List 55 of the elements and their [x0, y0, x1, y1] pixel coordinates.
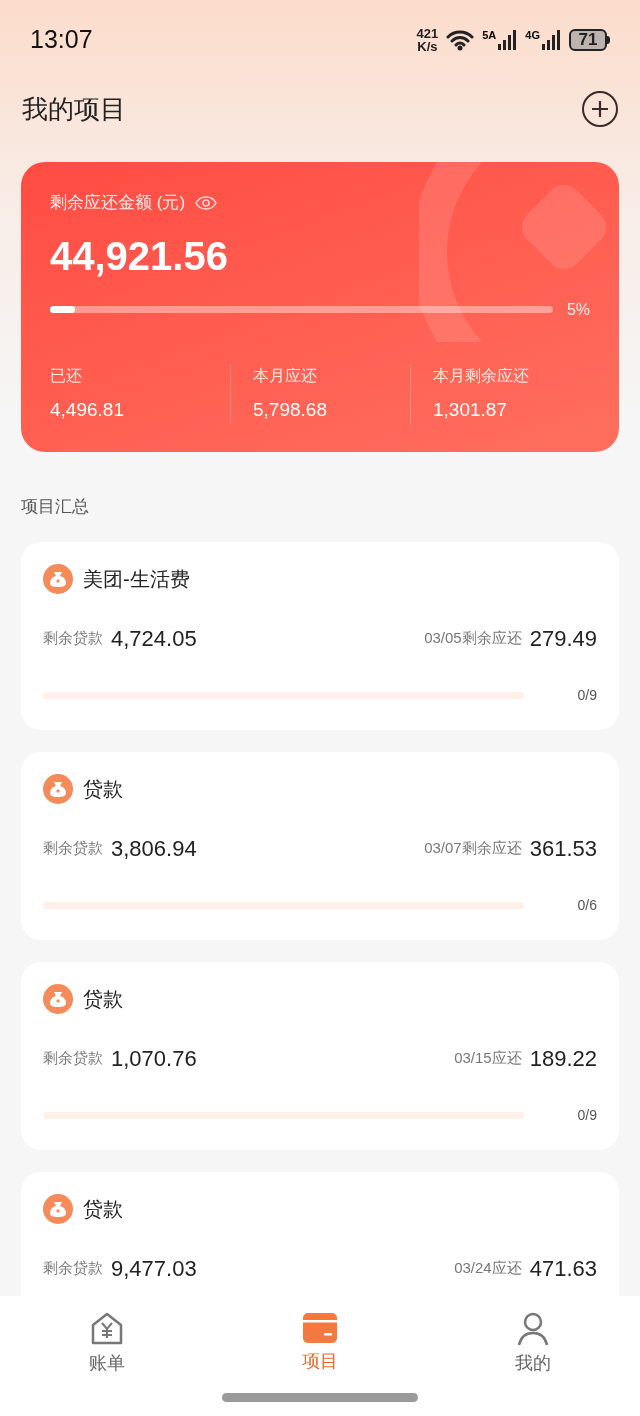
due-amount: 189.22 — [529, 1044, 597, 1073]
money-bag-icon — [43, 1193, 73, 1224]
loan-amount: 4,724.05 — [111, 624, 197, 653]
loan-amount: 3,806.94 — [111, 834, 197, 863]
stat-label: 已还 — [50, 365, 83, 386]
progress-percent: 5% — [566, 299, 590, 320]
loan-amount: 1,070.76 — [111, 1044, 197, 1073]
stat-label: 本月应还 — [253, 365, 318, 386]
signal-icon — [541, 30, 561, 50]
due-label: 03/15应还 — [454, 1047, 522, 1068]
due-amount: 471.63 — [529, 1254, 597, 1283]
loan-label: 剩余贷款 — [43, 837, 103, 858]
installment-count: 0/9 — [577, 685, 597, 705]
network-speed: 421 K/s — [416, 27, 439, 53]
battery-level: 71 — [569, 29, 607, 51]
nav-tab[interactable]: 我的 — [515, 1312, 552, 1377]
project-name: 贷款 — [83, 776, 123, 802]
nav-tab[interactable]: 账单 — [88, 1312, 125, 1377]
loan-amount: 9,477.03 — [111, 1254, 197, 1283]
plus-icon — [590, 99, 610, 119]
stat-value: 4,496.81 — [50, 397, 125, 422]
due-amount: 279.49 — [529, 624, 597, 653]
signal-icon — [497, 30, 518, 50]
loan-label: 剩余贷款 — [43, 627, 103, 648]
installment-count: 0/6 — [577, 895, 597, 915]
section-title: 项目汇总 — [21, 496, 90, 518]
add-button[interactable] — [582, 91, 618, 127]
due-amount: 361.53 — [529, 834, 597, 863]
project-name: 美团-生活费 — [83, 566, 190, 592]
loan-label: 剩余贷款 — [43, 1257, 103, 1278]
project-card[interactable]: 美团-生活费 剩余贷款 4,724.05 03/05剩余应还 279.49 0/9 — [21, 541, 619, 730]
sim-label: 4G — [525, 30, 540, 41]
project-card[interactable]: 贷款 剩余贷款 9,477.03 03/24应还 471.63 — [21, 1171, 619, 1296]
page-title: 我的项目 — [22, 92, 126, 126]
status-time: 13:07 — [30, 24, 93, 56]
project-name: 贷款 — [83, 1196, 123, 1222]
money-bag-icon — [43, 773, 73, 804]
money-bag-icon — [43, 563, 73, 594]
sim-label: 5A — [482, 30, 497, 41]
stat-label: 本月剩余应还 — [433, 365, 530, 386]
installment-count: 0/9 — [577, 1105, 597, 1125]
remaining-amount: 44,921.56 — [50, 232, 229, 280]
due-label: 03/07剩余应还 — [424, 837, 522, 858]
summary-label: 剩余应还金额 (元) — [50, 192, 186, 214]
loan-label: 剩余贷款 — [43, 1047, 103, 1068]
due-label: 03/05剩余应还 — [424, 627, 522, 648]
project-card[interactable]: 贷款 剩余贷款 3,806.94 03/07剩余应还 361.53 0/6 — [21, 751, 619, 940]
wifi-icon — [446, 29, 475, 51]
project-card[interactable]: 贷款 剩余贷款 1,070.76 03/15应还 189.22 0/9 — [21, 961, 619, 1150]
wallet-icon — [302, 1312, 338, 1344]
stat-value: 5,798.68 — [253, 397, 328, 422]
stat-value: 1,301.87 — [433, 397, 508, 422]
due-label: 03/24应还 — [454, 1257, 522, 1278]
money-bag-icon — [43, 983, 73, 1014]
project-name: 贷款 — [83, 986, 123, 1012]
